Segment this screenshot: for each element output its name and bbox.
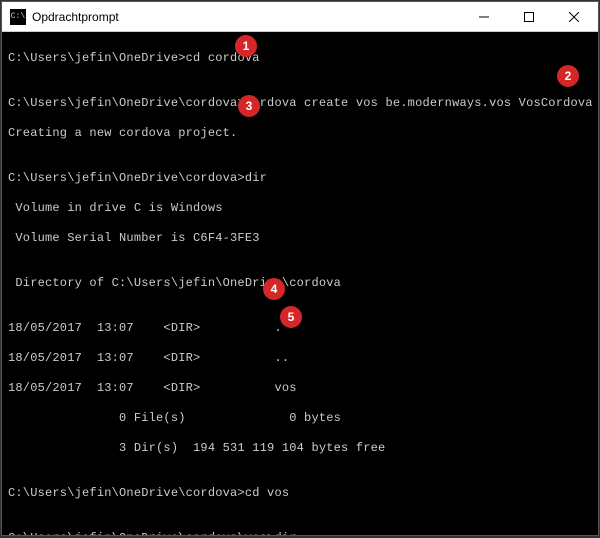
titlebar[interactable]: C:\ Opdrachtprompt [2, 2, 598, 32]
terminal-output[interactable]: C:\Users\jefin\OneDrive>cd cordova C:\Us… [2, 32, 598, 535]
prompt: C:\Users\jefin\OneDrive\cordova> [8, 171, 245, 185]
command-text: dir [274, 531, 296, 535]
prompt: C:\Users\jefin\OneDrive> [8, 51, 186, 65]
dir-row: 18/05/2017 13:07 <DIR> vos [8, 381, 592, 396]
dir-row: 18/05/2017 13:07 <DIR> .. [8, 351, 592, 366]
prompt: C:\Users\jefin\OneDrive\cordova> [8, 96, 245, 110]
annotation-2: 2 [557, 65, 579, 87]
prompt: C:\Users\jefin\OneDrive\cordova\vos> [8, 531, 274, 535]
command-prompt-window: C:\ Opdrachtprompt C:\Users\jefin\OneDri… [1, 1, 599, 536]
command-text: cd vos [245, 486, 289, 500]
dir-summary: 0 File(s) 0 bytes [8, 411, 592, 426]
maximize-button[interactable] [506, 3, 551, 31]
command-text: cordova create vos be.modernways.vos Vos… [245, 96, 593, 110]
close-button[interactable] [551, 3, 596, 31]
output-line: Volume Serial Number is C6F4-3FE3 [8, 231, 592, 246]
command-text: dir [245, 171, 267, 185]
annotation-3: 3 [238, 95, 260, 117]
minimize-button[interactable] [461, 3, 506, 31]
annotation-1: 1 [235, 35, 257, 57]
annotation-4: 4 [263, 278, 285, 300]
annotation-5: 5 [280, 306, 302, 328]
dir-summary: 3 Dir(s) 194 531 119 104 bytes free [8, 441, 592, 456]
output-line: Volume in drive C is Windows [8, 201, 592, 216]
output-line: Directory of C:\Users\jefin\OneDrive\cor… [8, 276, 592, 291]
prompt: C:\Users\jefin\OneDrive\cordova> [8, 486, 245, 500]
cmd-icon: C:\ [10, 9, 26, 25]
window-title: Opdrachtprompt [32, 10, 461, 24]
output-line: Creating a new cordova project. [8, 126, 592, 141]
